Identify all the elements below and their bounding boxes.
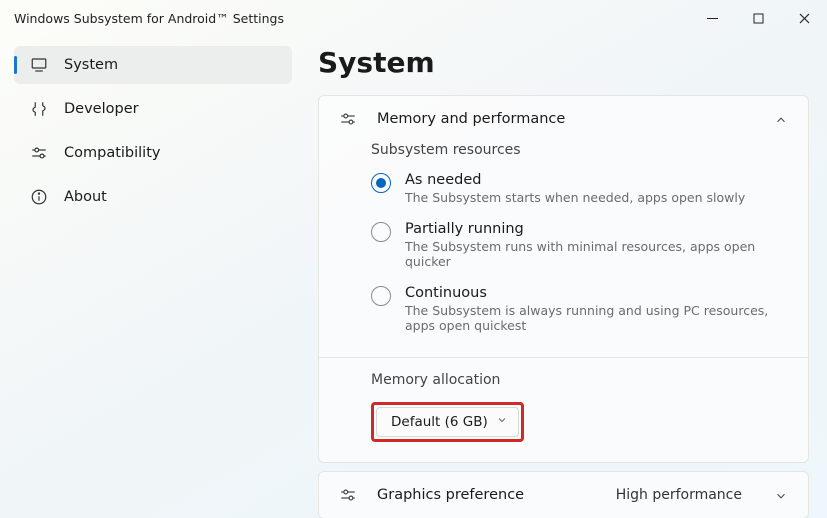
info-icon [30, 188, 48, 206]
sidebar-item-label: Compatibility [64, 145, 160, 161]
main-content: System Memory and performance Subsystem … [300, 36, 827, 518]
radio-option-partially-running[interactable]: Partially running The Subsystem runs wit… [371, 213, 788, 277]
maximize-button[interactable] [735, 2, 781, 34]
radio-option-continuous[interactable]: Continuous The Subsystem is always runni… [371, 277, 788, 341]
card-title: Graphics preference [377, 487, 596, 503]
sliders-icon [30, 144, 48, 162]
memory-performance-card: Memory and performance Subsystem resourc… [318, 95, 809, 463]
radio-description: The Subsystem starts when needed, apps o… [405, 190, 745, 205]
sidebar-item-about[interactable]: About [14, 178, 292, 216]
subsystem-resources-group: As needed The Subsystem starts when need… [319, 164, 808, 347]
memory-allocation-label: Memory allocation [371, 372, 788, 388]
card-title: Memory and performance [377, 111, 754, 127]
sidebar: System Developer Compatibility About [0, 36, 300, 518]
window-title: Windows Subsystem for Android™ Settings [14, 11, 284, 26]
memory-allocation-dropdown[interactable]: Default (6 GB) [376, 407, 519, 437]
radio-label: As needed [405, 172, 745, 188]
sidebar-item-system[interactable]: System [14, 46, 292, 84]
radio-button[interactable] [371, 222, 391, 242]
highlight-box: Default (6 GB) [371, 402, 524, 442]
radio-description: The Subsystem is always running and usin… [405, 303, 788, 333]
monitor-icon [30, 56, 48, 74]
radio-button[interactable] [371, 286, 391, 306]
minimize-button[interactable] [689, 2, 735, 34]
divider [319, 357, 808, 358]
chevron-down-icon [774, 488, 788, 502]
tools-icon [30, 100, 48, 118]
sidebar-item-developer[interactable]: Developer [14, 90, 292, 128]
window-controls [689, 2, 827, 34]
sidebar-item-label: Developer [64, 101, 139, 117]
sidebar-item-label: System [64, 57, 118, 73]
radio-label: Partially running [405, 221, 788, 237]
dropdown-value: Default (6 GB) [391, 414, 488, 430]
chevron-up-icon [774, 112, 788, 126]
graphics-preference-card[interactable]: Graphics preference High performance [318, 471, 809, 518]
radio-description: The Subsystem runs with minimal resource… [405, 239, 788, 269]
chevron-down-icon [496, 414, 508, 430]
radio-option-as-needed[interactable]: As needed The Subsystem starts when need… [371, 164, 788, 213]
memory-performance-header[interactable]: Memory and performance [319, 96, 808, 142]
sliders-icon [339, 110, 357, 128]
subsystem-resources-label: Subsystem resources [319, 142, 808, 164]
sidebar-item-label: About [64, 189, 107, 205]
card-value: High performance [616, 487, 742, 503]
close-button[interactable] [781, 2, 827, 34]
titlebar: Windows Subsystem for Android™ Settings [0, 0, 827, 36]
sliders-icon [339, 486, 357, 504]
radio-label: Continuous [405, 285, 788, 301]
radio-button[interactable] [371, 173, 391, 193]
sidebar-item-compatibility[interactable]: Compatibility [14, 134, 292, 172]
page-title: System [318, 46, 809, 79]
